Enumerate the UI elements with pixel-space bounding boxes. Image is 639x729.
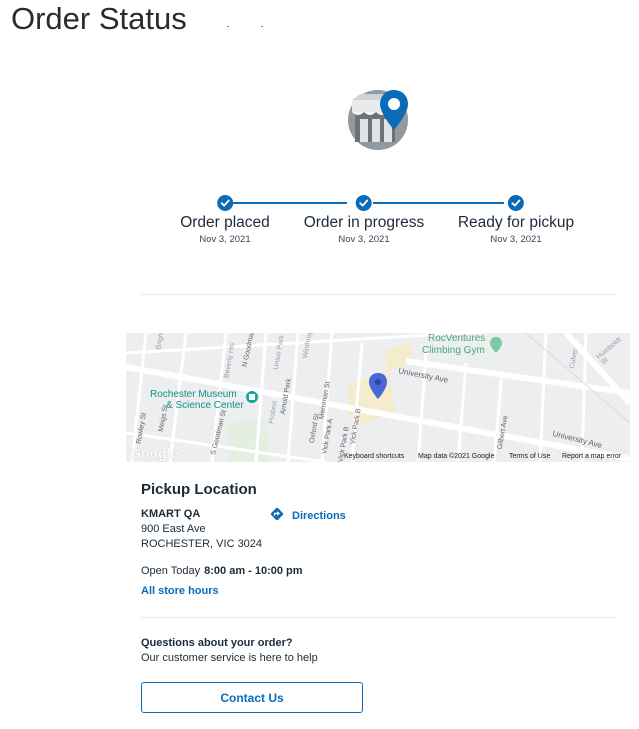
store-pickup-icon bbox=[348, 90, 410, 152]
map-label-gym: RocVentures bbox=[428, 333, 486, 344]
directions-link[interactable]: Directions bbox=[270, 507, 346, 524]
store-address-line1: 900 East Ave bbox=[141, 523, 206, 535]
pickup-location-title: Pickup Location bbox=[141, 481, 257, 498]
step-ready-for-pickup: Ready for pickup Nov 3, 2021 bbox=[458, 195, 574, 245]
map-terms-link[interactable]: Terms of Use bbox=[509, 453, 550, 460]
order-status-text: Available for pickup bbox=[141, 26, 341, 43]
contact-us-button[interactable]: Contact Us bbox=[141, 682, 363, 713]
map-label-museum: & Science Center bbox=[166, 400, 244, 411]
store-name: KMART QA bbox=[141, 508, 201, 520]
check-icon bbox=[508, 195, 524, 211]
check-icon bbox=[355, 195, 372, 211]
step-label: Order placed bbox=[180, 214, 270, 231]
map-data-attribution: Map data ©2021 Google bbox=[418, 453, 495, 460]
google-logo: Google bbox=[130, 445, 179, 461]
divider bbox=[141, 617, 615, 618]
step-date: Nov 3, 2021 bbox=[199, 234, 251, 245]
step-order-placed: Order placed Nov 3, 2021 bbox=[180, 195, 270, 245]
step-label: Ready for pickup bbox=[457, 214, 575, 231]
step-label: Order in progress bbox=[303, 214, 425, 231]
help-subtext: Our customer service is here to help bbox=[141, 652, 318, 664]
directions-icon bbox=[270, 507, 284, 524]
all-store-hours-link[interactable]: All store hours bbox=[141, 585, 219, 597]
divider bbox=[141, 294, 615, 295]
step-date: Nov 3, 2021 bbox=[490, 234, 542, 245]
help-question: Questions about your order? bbox=[141, 637, 293, 649]
step-date: Nov 3, 2021 bbox=[338, 234, 390, 245]
store-hours-today: Open Today 8:00 am - 10:00 pm bbox=[141, 565, 303, 577]
store-address-line2: ROCHESTER, VIC 3024 bbox=[141, 538, 263, 550]
map-report-error-link[interactable]: Report a map error bbox=[562, 453, 621, 460]
map-label-museum: Rochester Museum bbox=[150, 389, 237, 400]
map-label-gym: Climbing Gym bbox=[422, 345, 485, 356]
directions-label: Directions bbox=[292, 509, 346, 522]
map-keyboard-shortcuts-link[interactable]: Keyboard shortcuts bbox=[344, 453, 404, 460]
hours-prefix: Open Today bbox=[141, 565, 201, 577]
check-icon bbox=[216, 195, 233, 211]
step-order-in-progress: Order in progress Nov 3, 2021 bbox=[303, 195, 425, 245]
order-progress-tracker: Order placed Nov 3, 2021 Order in progre… bbox=[140, 195, 615, 255]
hours-value: 8:00 am - 10:00 pm bbox=[204, 565, 303, 577]
store-map[interactable]: Rochester Museum & Science Center RocVen… bbox=[126, 333, 630, 462]
